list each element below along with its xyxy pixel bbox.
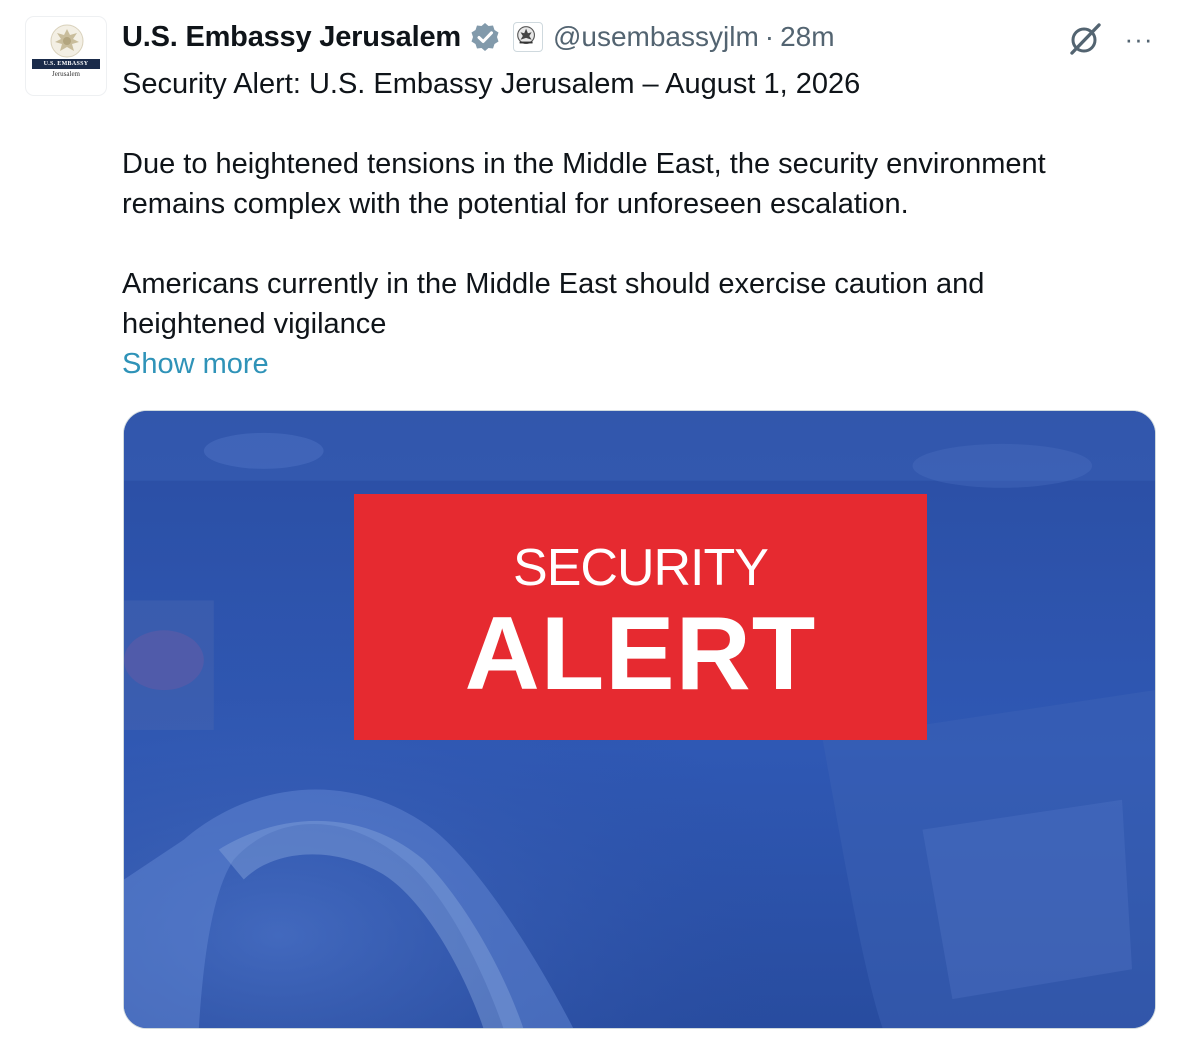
avatar-label: U.S. EMBASSY — [32, 59, 100, 69]
government-seal-icon[interactable] — [512, 22, 543, 52]
alert-line-1: SECURITY — [513, 539, 769, 597]
paragraph-line: heightened vigilance — [122, 308, 387, 340]
display-name[interactable]: U.S. Embassy Jerusalem — [122, 21, 461, 54]
timestamp[interactable]: 28m — [780, 21, 834, 53]
alert-line-2: ALERT — [464, 596, 817, 712]
paragraph-line: remains complex with the potential for u… — [122, 188, 909, 220]
avatar[interactable]: U.S. EMBASSY Jerusalem — [26, 17, 106, 95]
media-image[interactable]: SECURITY ALERT — [123, 410, 1156, 1029]
more-options-icon[interactable]: ··· — [1122, 24, 1156, 54]
post-paragraph-2: Americans currently in the Middle East s… — [122, 264, 1162, 344]
post-title-text: Security Alert: U.S. Embassy Jerusalem –… — [122, 68, 861, 100]
post-title: Security Alert: U.S. Embassy Jerusalem –… — [122, 64, 1162, 104]
avatar-sublabel: Jerusalem — [52, 70, 80, 78]
security-alert-banner: SECURITY ALERT — [354, 494, 927, 740]
post-paragraph-1: Due to heightened tensions in the Middle… — [122, 144, 1162, 224]
tweet-header: U.S. Embassy Jerusalem @usembassyjlm · 2… — [122, 16, 835, 58]
user-handle[interactable]: @usembassyjlm — [553, 21, 759, 53]
paragraph-line: Americans currently in the Middle East s… — [122, 268, 985, 300]
show-more-link[interactable]: Show more — [122, 344, 269, 384]
tweet[interactable]: U.S. EMBASSY Jerusalem U.S. Embassy Jeru… — [0, 0, 1196, 1038]
grok-icon[interactable] — [1066, 20, 1104, 58]
paragraph-line: Due to heightened tensions in the Middle… — [122, 148, 1046, 180]
verified-badge-icon — [471, 23, 499, 51]
eagle-seal-icon — [50, 24, 84, 58]
separator-dot: · — [764, 21, 775, 52]
